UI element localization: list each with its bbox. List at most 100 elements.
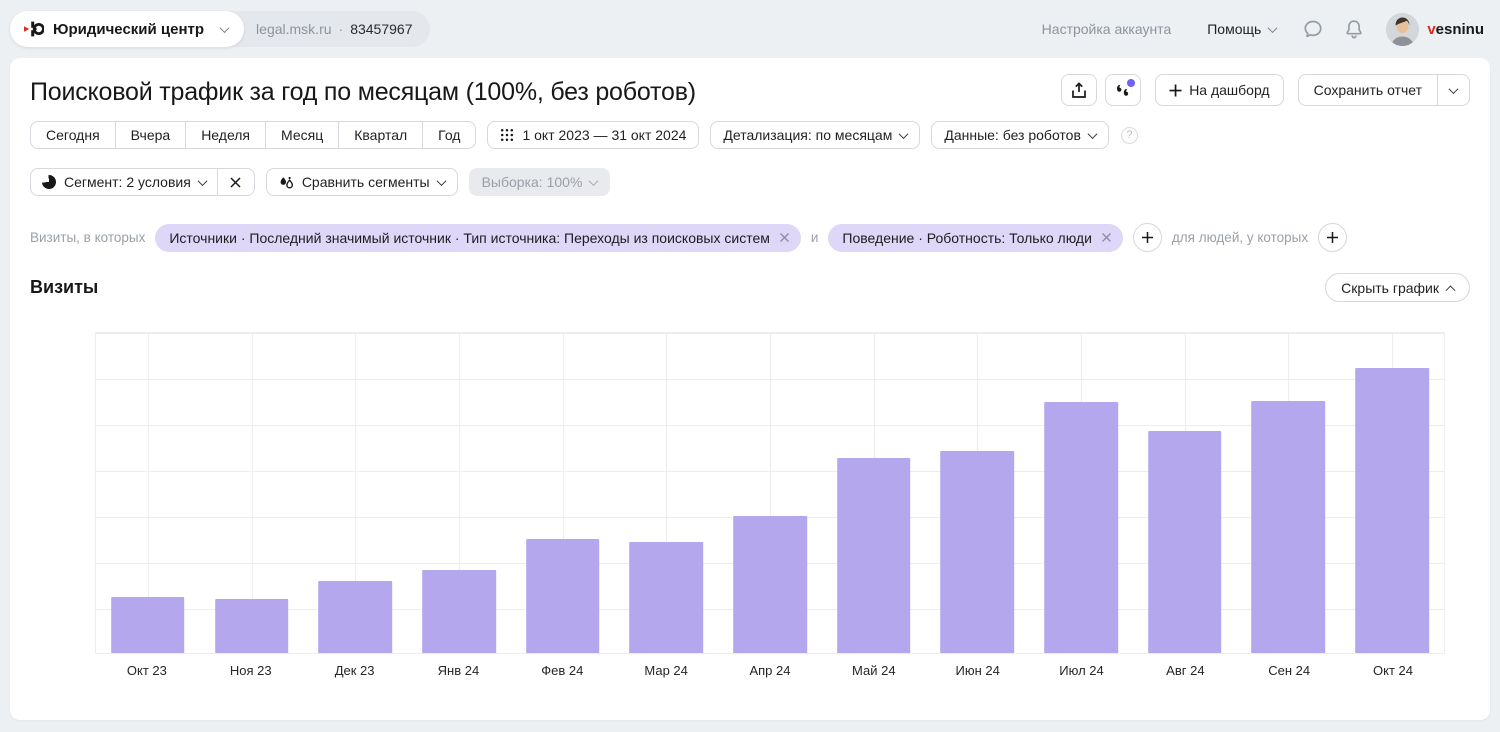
chevron-down-icon (220, 23, 230, 33)
chart-column (614, 333, 718, 653)
chart-plot-area (95, 332, 1445, 654)
x-axis-label: Апр 24 (718, 663, 822, 678)
save-report-split-button: Сохранить отчет (1298, 74, 1470, 106)
x-axis-label: Май 24 (822, 663, 926, 678)
page-title: Поисковой трафик за год по месяцам (100%… (30, 74, 696, 107)
chart-bar[interactable] (733, 516, 807, 653)
segment-dropdown[interactable]: Сегмент: 2 условия (31, 169, 217, 195)
counter-id: 83457967 (350, 21, 412, 37)
compare-segments-dropdown[interactable]: Сравнить сегменты (266, 168, 458, 196)
x-axis-label: Авг 24 (1133, 663, 1237, 678)
period-button[interactable]: Сегодня (31, 122, 116, 148)
chart-bar[interactable] (111, 597, 185, 653)
add-to-dashboard-button[interactable]: На дашборд (1155, 74, 1283, 106)
chart-column (822, 333, 926, 653)
compare-segments-label: Сравнить сегменты (302, 174, 430, 190)
chart-bar[interactable] (215, 599, 289, 653)
dot-separator: · (339, 21, 344, 37)
chart-bar[interactable] (1148, 431, 1222, 653)
chart-bar[interactable] (1355, 368, 1429, 653)
chart-bar[interactable] (941, 451, 1015, 653)
chevron-down-icon (1268, 23, 1278, 33)
comments-button[interactable] (1105, 74, 1141, 106)
save-report-menu-button[interactable] (1437, 75, 1469, 105)
user-avatar[interactable] (1386, 13, 1419, 46)
and-label: и (811, 230, 819, 245)
data-mode-dropdown[interactable]: Данные: без роботов (931, 121, 1109, 149)
filter-chip-behavior[interactable]: Поведение · Роботность: Только люди (828, 224, 1122, 252)
username[interactable]: vesninu (1427, 21, 1484, 38)
counter-info: legal.msk.ru · 83457967 (226, 11, 430, 47)
segment-clear-button[interactable] (217, 169, 254, 195)
x-axis-label: Ноя 23 (199, 663, 303, 678)
segment-toolbar: Сегмент: 2 условия Сравнить сегменты Выб… (30, 168, 1470, 196)
segment-label: Сегмент: 2 условия (64, 174, 191, 190)
add-visit-condition-button[interactable] (1133, 223, 1162, 252)
bell-icon (1344, 18, 1364, 40)
feedback-chat-button[interactable] (1302, 18, 1324, 40)
notifications-button[interactable] (1344, 18, 1364, 40)
chart-bar[interactable] (837, 458, 911, 653)
pie-chart-icon (42, 175, 57, 190)
period-button[interactable]: Неделя (186, 122, 266, 148)
chart-bar[interactable] (629, 542, 703, 653)
plus-icon (1169, 84, 1182, 97)
account-settings-link[interactable]: Настройка аккаунта (1042, 21, 1172, 37)
username-initial: v (1427, 21, 1435, 38)
chevron-down-icon (589, 176, 599, 186)
help-menu[interactable]: Помощь (1207, 21, 1276, 37)
calendar-grid-icon (500, 128, 514, 142)
hide-chart-label: Скрыть график (1341, 280, 1439, 296)
chart-bar[interactable] (422, 570, 496, 653)
chart-column (303, 333, 407, 653)
droplets-icon (279, 175, 294, 190)
chart-bar[interactable] (1044, 402, 1118, 653)
date-range-button[interactable]: 1 окт 2023 — 31 окт 2024 (487, 121, 699, 149)
username-rest: esninu (1436, 21, 1484, 38)
help-tooltip-icon[interactable]: ? (1121, 127, 1138, 144)
remove-filter-icon[interactable] (779, 232, 790, 243)
chevron-up-icon (1446, 285, 1456, 295)
close-icon (229, 176, 242, 189)
detalization-dropdown[interactable]: Детализация: по месяцам (710, 121, 920, 149)
data-mode-label: Данные: без роботов (944, 127, 1081, 143)
counter-dropdown[interactable]: Юридический центр (10, 11, 244, 47)
top-nav: Настройка аккаунта Помощь vesninu (1042, 13, 1484, 46)
chevron-down-icon (1449, 84, 1459, 94)
chart-bar[interactable] (318, 581, 392, 653)
x-axis-label: Июн 24 (926, 663, 1030, 678)
counter-switcher: Юридический центр legal.msk.ru · 8345796… (10, 11, 430, 47)
chart-bar[interactable] (1252, 401, 1326, 653)
help-label: Помощь (1207, 21, 1261, 37)
chart-bar[interactable] (526, 539, 600, 653)
chart-column (1340, 333, 1444, 653)
period-button[interactable]: Год (423, 122, 475, 148)
chart-column (407, 333, 511, 653)
save-report-button[interactable]: Сохранить отчет (1299, 75, 1437, 105)
detalization-label: Детализация: по месяцам (723, 127, 892, 143)
x-axis-label: Янв 24 (407, 663, 511, 678)
report-actions: На дашборд Сохранить отчет (1061, 74, 1470, 106)
chart-column (1133, 333, 1237, 653)
date-range-label: 1 окт 2023 — 31 окт 2024 (522, 127, 686, 143)
counter-name: Юридический центр (53, 21, 204, 38)
chart-column (926, 333, 1030, 653)
metric-section-header: Визиты Скрыть график (30, 273, 1470, 302)
filter-chip-text: Источники · Последний значимый источник … (169, 230, 770, 246)
add-to-dashboard-label: На дашборд (1189, 82, 1269, 98)
export-button[interactable] (1061, 74, 1097, 106)
sampling-dropdown[interactable]: Выборка: 100% (469, 168, 611, 196)
period-button[interactable]: Месяц (266, 122, 339, 148)
add-people-condition-button[interactable] (1318, 223, 1347, 252)
sampling-label: Выборка: 100% (482, 174, 583, 190)
period-button[interactable]: Вчера (116, 122, 187, 148)
remove-filter-icon[interactable] (1101, 232, 1112, 243)
segment-split-button: Сегмент: 2 условия (30, 168, 255, 196)
period-button[interactable]: Квартал (339, 122, 423, 148)
chart-column (511, 333, 615, 653)
x-axis-label: Окт 23 (95, 663, 199, 678)
counter-domain: legal.msk.ru (256, 21, 331, 37)
filter-chip-source[interactable]: Источники · Последний значимый источник … (155, 224, 801, 252)
hide-chart-button[interactable]: Скрыть график (1325, 273, 1470, 302)
chart-column (718, 333, 822, 653)
